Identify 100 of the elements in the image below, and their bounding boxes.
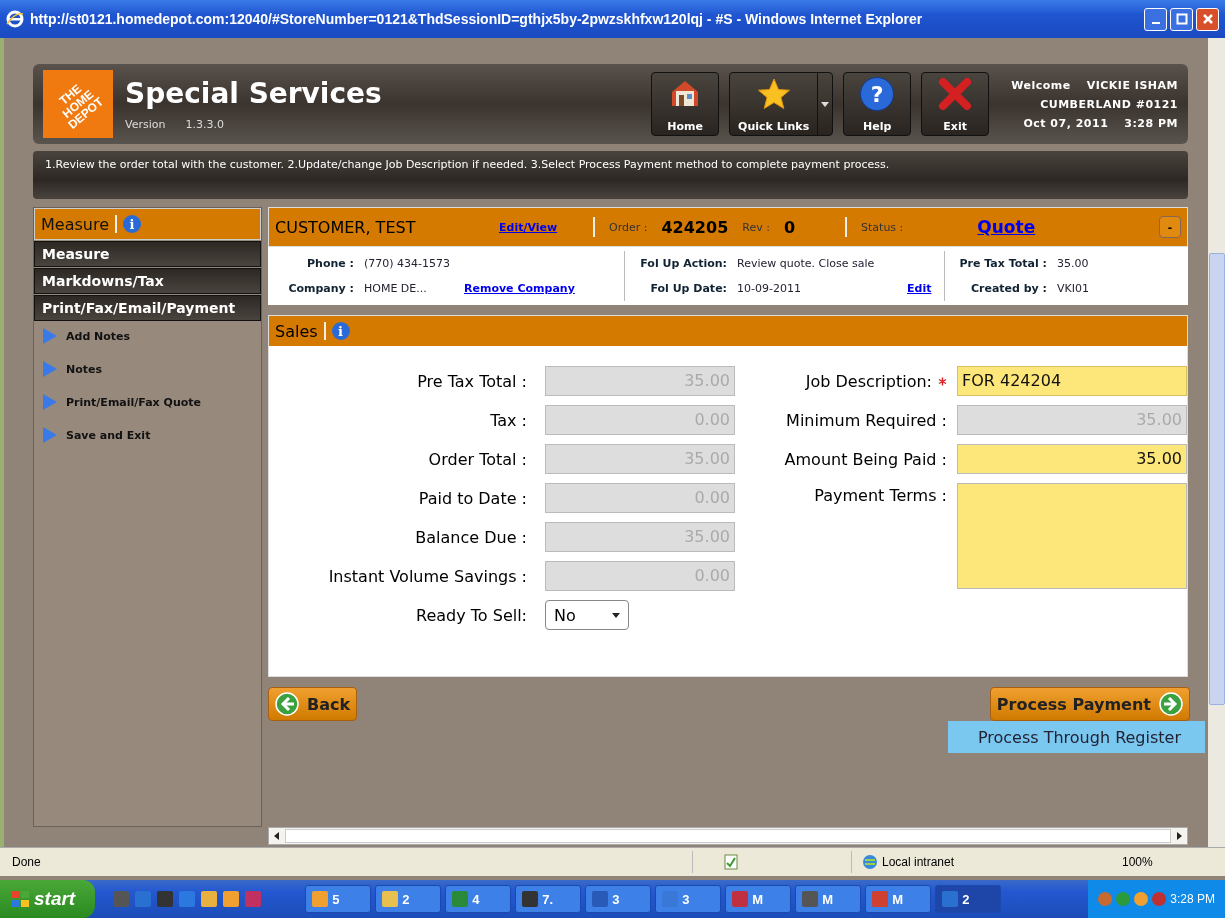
customer-name: CUSTOMER, TEST	[275, 217, 417, 237]
status-text: Done	[11, 855, 42, 869]
app-icon	[872, 891, 889, 907]
field-label: Pre Tax Total :	[416, 371, 527, 391]
version-number: 1.3.3.0	[185, 118, 224, 131]
quick-launch-icon[interactable]	[223, 891, 240, 907]
caret-icon	[612, 612, 620, 618]
order-number: 424205	[661, 217, 729, 237]
tray-icon[interactable]	[1098, 892, 1113, 906]
input-field[interactable]: 35.00	[957, 444, 1187, 474]
quick-launch-icon[interactable]	[201, 891, 218, 907]
maximize-button[interactable]	[1170, 7, 1193, 31]
tray-icon[interactable]	[1134, 892, 1149, 906]
user-name: VICKIE ISHAM	[1086, 78, 1178, 92]
toolbar-button[interactable]: Exit	[921, 72, 990, 136]
zone-text: Local intranet	[882, 855, 955, 869]
taskbar-button[interactable]: 2	[375, 885, 442, 913]
zoom-level[interactable]: 100%	[1122, 855, 1153, 869]
detail-value: 35.00	[1057, 257, 1089, 270]
sidebar-section[interactable]: Markdowns/Tax	[34, 268, 261, 294]
maximize-icon	[1175, 13, 1188, 25]
sidebar-link[interactable]: Notes	[34, 354, 261, 387]
app-icon	[732, 891, 749, 907]
taskbar-button[interactable]: M	[865, 885, 932, 913]
detail-value: HOME DE...	[364, 282, 428, 295]
minimize-button[interactable]	[1144, 7, 1167, 31]
quick-launch-icon[interactable]	[135, 891, 152, 907]
close-button[interactable]	[1196, 7, 1219, 31]
instructions-text: 1.Review the order total with the customer. 2.Update/change Job Description if needed. 3.Select Process Payment method to complete payment process.	[45, 158, 890, 171]
taskbar-button[interactable]: 3	[585, 885, 652, 913]
sidebar-section[interactable]: Measure	[34, 241, 261, 267]
horizontal-scrollbar[interactable]	[268, 827, 1188, 845]
detail-label: Company :	[287, 282, 354, 295]
detail-label: Phone :	[306, 257, 354, 270]
app-icon	[382, 891, 399, 907]
windows-logo-icon	[10, 890, 30, 908]
field-label: Ready To Sell:	[415, 605, 527, 625]
minimize-icon	[1151, 21, 1160, 24]
detail-label: Fol Up Action:	[639, 257, 727, 270]
info-icon[interactable]: i	[123, 215, 141, 233]
arrow-icon	[42, 393, 58, 411]
detail-link[interactable]: Remove Company	[464, 282, 575, 295]
version-label: Version	[125, 118, 166, 131]
field-label: Balance Due :	[414, 527, 527, 547]
field-label: Payment Terms :	[814, 486, 947, 505]
taskbar-button[interactable]: M	[795, 885, 862, 913]
field-label: Minimum Required :	[786, 410, 947, 430]
arrow-icon	[42, 327, 58, 345]
help-icon: ?	[860, 77, 895, 111]
tray-icon[interactable]	[1116, 892, 1131, 906]
text-area[interactable]	[957, 483, 1187, 589]
detail-label: Created by :	[969, 282, 1047, 295]
app-icon	[312, 891, 329, 907]
sidebar-title: Measure	[41, 214, 109, 234]
detail-label: Fol Up Date:	[649, 282, 727, 295]
status-link[interactable]: Quote	[977, 217, 1145, 237]
app-icon	[452, 891, 469, 907]
menu-item[interactable]: Process Through Register	[947, 721, 1205, 753]
tray-icon[interactable]	[1152, 892, 1167, 906]
info-icon[interactable]: i	[331, 322, 350, 340]
toolbar-button[interactable]: Quick Links	[729, 72, 834, 136]
taskbar-button[interactable]: M	[725, 885, 792, 913]
process-payment-button[interactable]: Process Payment	[989, 687, 1190, 721]
taskbar-button[interactable]: 2	[935, 885, 1002, 913]
sidebar-link[interactable]: Print/Email/Fax Quote	[34, 387, 261, 420]
welcome-label: Welcome	[1011, 78, 1071, 92]
taskbar-button[interactable]: 4	[445, 885, 512, 913]
back-button[interactable]: Back	[268, 687, 358, 721]
edit-view-link[interactable]: Edit/View	[499, 220, 579, 234]
collapse-button[interactable]: -	[1159, 216, 1181, 238]
detail-link[interactable]: Edit	[907, 282, 932, 295]
taskbar-button[interactable]: 7.	[515, 885, 582, 913]
toolbar-button[interactable]: Home	[651, 72, 720, 136]
required-icon	[938, 376, 947, 386]
window-title: http://st0121.homedepot.com:12040/#StoreNumber=0121&ThdSessionID=gthjx5by-2pwzskhfxw120lqj - #S - Windows Internet Explorer	[30, 11, 924, 27]
browser-icon	[6, 10, 24, 28]
arrow-icon	[42, 426, 58, 444]
input-field[interactable]: FOR 424204	[957, 366, 1187, 396]
detail-value: VKI01	[1057, 282, 1089, 295]
field-label: Paid to Date :	[417, 488, 527, 508]
detail-label: Pre Tax Total :	[958, 257, 1047, 270]
taskbar-button[interactable]: 5	[305, 885, 372, 913]
toolbar-button[interactable]: ? Help	[843, 72, 912, 136]
scroll-right-icon[interactable]	[1176, 832, 1182, 840]
quick-launch-icon[interactable]	[179, 891, 196, 907]
field-label: Tax :	[489, 410, 527, 430]
sidebar-link[interactable]: Add Notes	[34, 321, 261, 354]
field-label: Order Total :	[427, 449, 527, 469]
vertical-scrollbar[interactable]	[1208, 38, 1225, 847]
detail-value: (770) 434-1573	[364, 257, 452, 270]
app-icon	[522, 891, 539, 907]
sidebar-section[interactable]: Print/Fax/Email/Payment	[34, 295, 261, 321]
quick-launch-icon[interactable]	[157, 891, 174, 907]
start-button[interactable]: start	[0, 880, 96, 918]
ready-to-sell-dropdown[interactable]: No	[545, 600, 629, 630]
status-label: Status :	[861, 220, 904, 234]
taskbar-button[interactable]: 3	[655, 885, 722, 913]
order-label: Order :	[609, 220, 648, 234]
sidebar-link[interactable]: Save and Exit	[34, 420, 261, 453]
scroll-left-icon[interactable]	[274, 832, 280, 840]
